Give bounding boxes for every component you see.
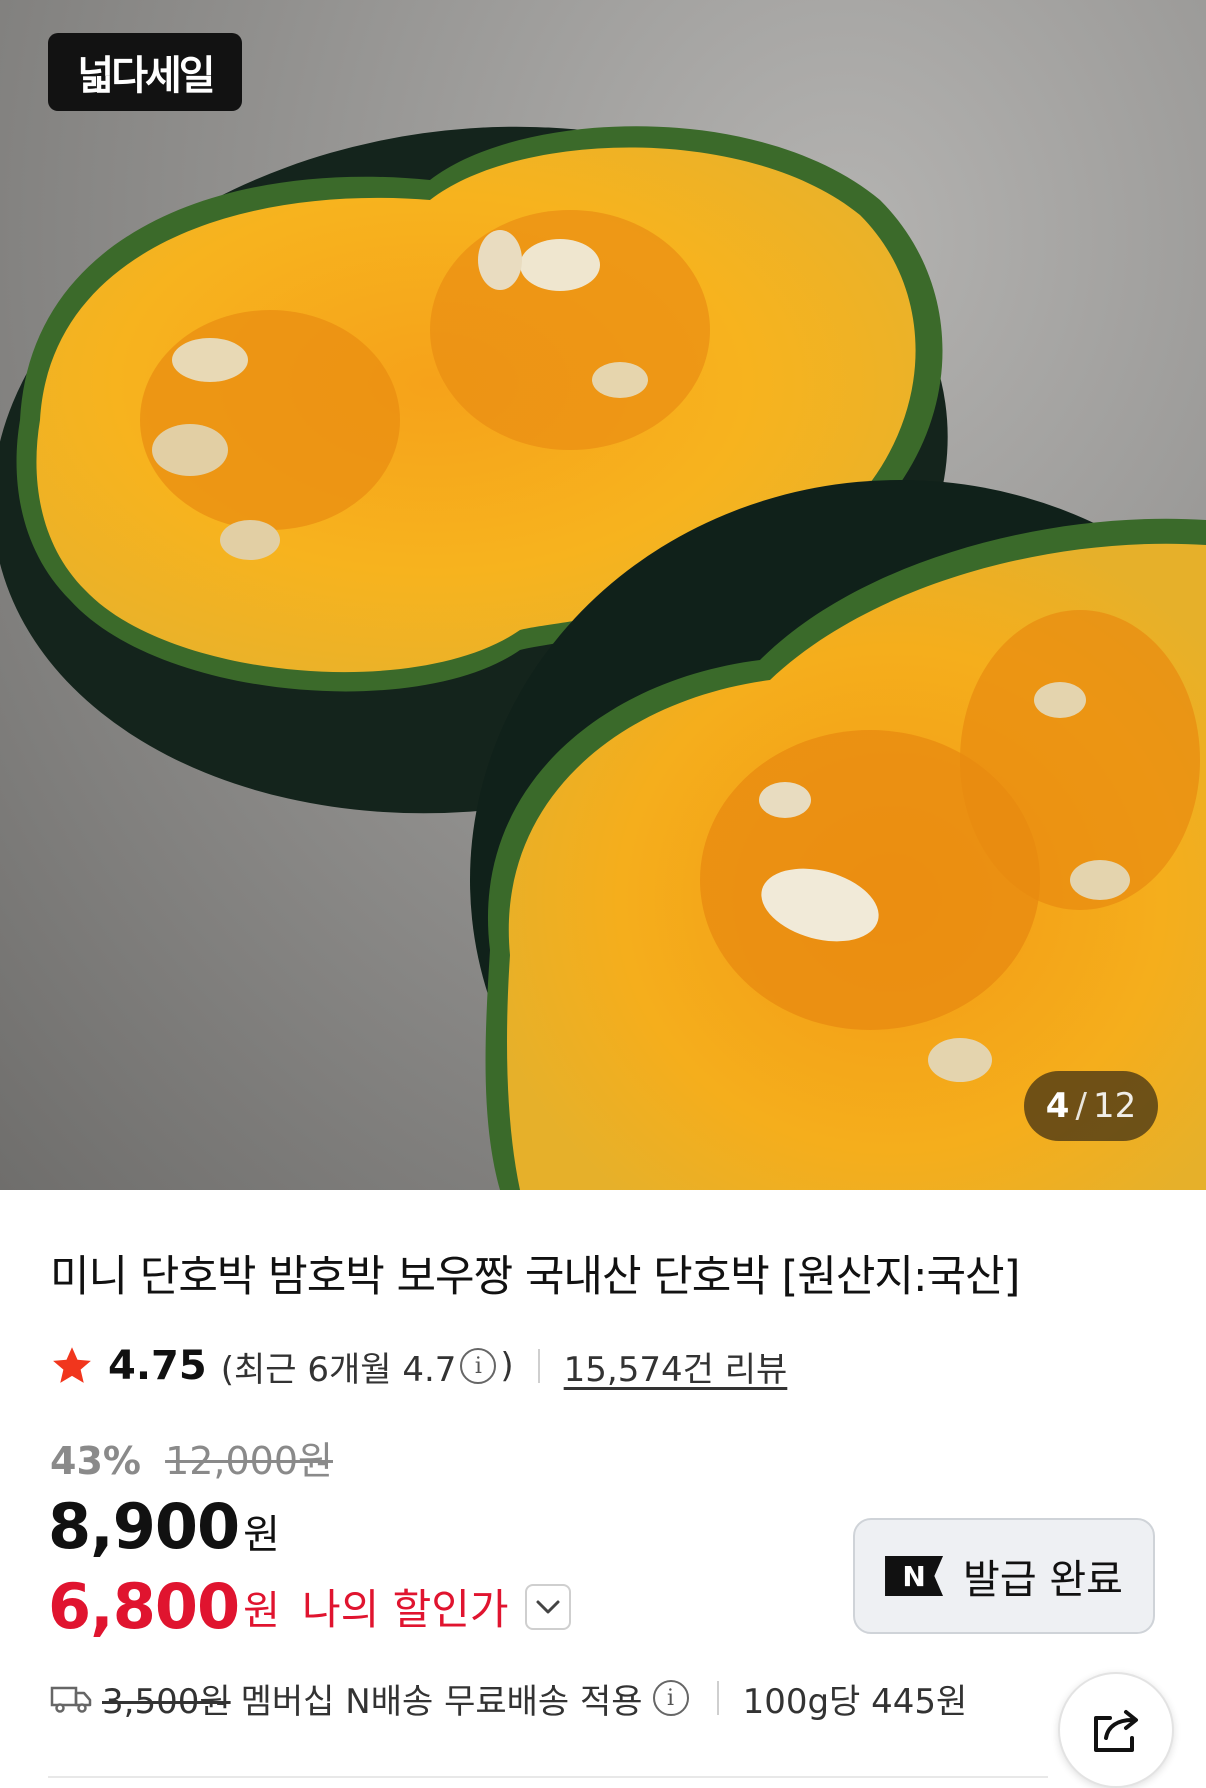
my-price-label: 나의 할인가 xyxy=(301,1585,509,1634)
sale-price: 8,900 원 xyxy=(48,1490,280,1563)
divider xyxy=(716,1681,719,1715)
unit-price: 100g당 445원 xyxy=(742,1681,968,1722)
share-icon xyxy=(1094,1710,1138,1752)
my-price-unit: 원 xyxy=(243,1587,280,1634)
shipping-row: 3,500원 멤버십 N배송 무료배송 적용 i 100g당 445원 xyxy=(50,1672,967,1724)
original-shipping-fee: 3,500원 xyxy=(102,1681,231,1722)
sale-price-value: 8,900 xyxy=(48,1490,240,1563)
sale-price-unit: 원 xyxy=(243,1512,280,1558)
discount-row: 43% 12,000원 xyxy=(50,1430,333,1485)
info-icon[interactable]: i xyxy=(652,1680,689,1716)
section-divider xyxy=(48,1776,1048,1778)
coupon-issued-button[interactable]: N 발급 완료 xyxy=(853,1518,1155,1634)
image-counter: 4 / 12 xyxy=(1024,1071,1158,1141)
share-button[interactable] xyxy=(1058,1672,1174,1788)
image-counter-total: 12 xyxy=(1092,1086,1137,1126)
my-discount-price: 6,800 원 나의 할인가 xyxy=(48,1570,571,1643)
my-price-value: 6,800 xyxy=(48,1570,240,1643)
naver-membership-logo: N xyxy=(885,1556,944,1596)
review-count-link[interactable]: 15,574건 리뷰 xyxy=(564,1342,788,1391)
discount-rate: 43% xyxy=(50,1439,141,1483)
rating-row: 4.75 (최근 6개월 4.7 i ) 15,574건 리뷰 xyxy=(50,1338,787,1394)
shipping-description: 멤버십 N배송 무료배송 적용 xyxy=(240,1681,643,1722)
product-image[interactable]: 넓다세일 4 / 12 xyxy=(0,0,1206,1190)
original-price: 12,000원 xyxy=(165,1439,333,1483)
recent-rating-text: (최근 6개월 4.7 xyxy=(220,1349,457,1390)
coupon-label: 발급 완료 xyxy=(963,1557,1123,1603)
recent-rating-close: ) xyxy=(500,1346,514,1386)
chevron-down-icon[interactable] xyxy=(524,1583,571,1630)
truck-icon xyxy=(50,1686,92,1713)
star-icon xyxy=(53,1347,91,1383)
product-title: 미니 단호박 밤호박 보우짱 국내산 단호박 [원산지:국산] xyxy=(50,1252,1020,1302)
rating-score: 4.75 xyxy=(108,1343,207,1389)
info-icon[interactable]: i xyxy=(460,1348,497,1384)
recent-rating: (최근 6개월 4.7 i ) xyxy=(221,1342,514,1391)
divider xyxy=(537,1349,540,1383)
sale-event-badge: 넓다세일 xyxy=(48,33,242,111)
pumpkin-photo xyxy=(0,126,1206,1190)
image-counter-separator: / xyxy=(1075,1086,1087,1126)
image-counter-current: 4 xyxy=(1045,1086,1070,1126)
